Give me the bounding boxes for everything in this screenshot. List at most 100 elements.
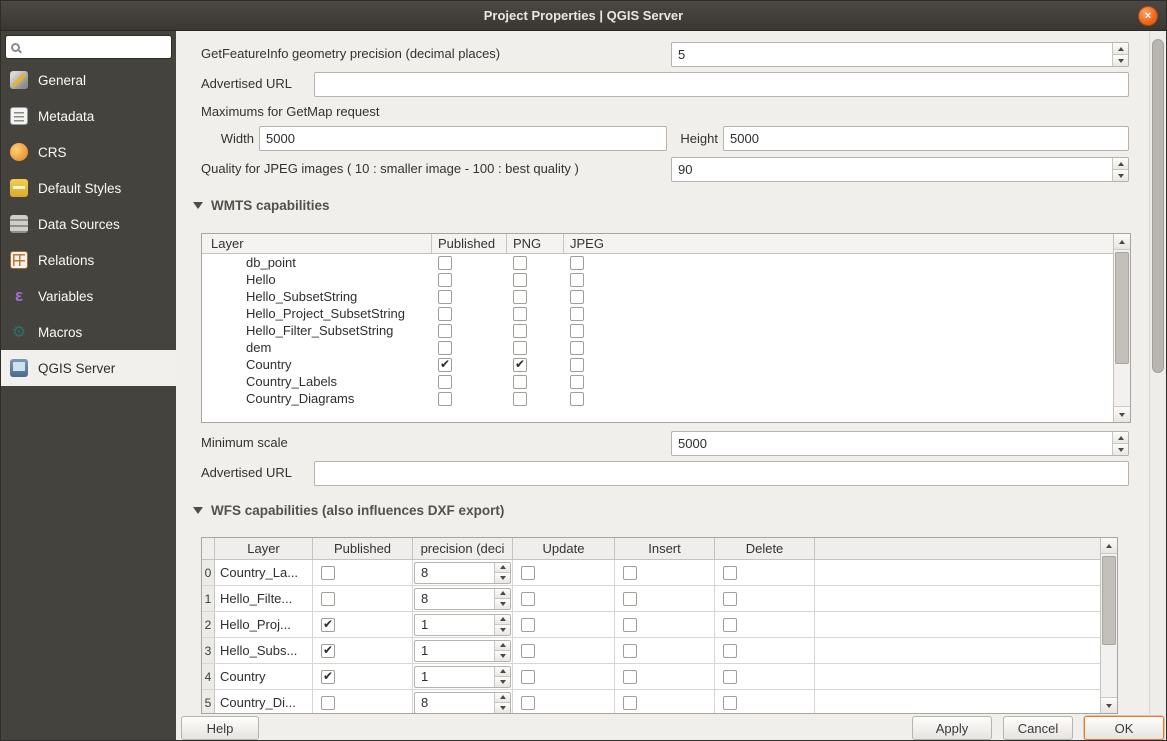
wmts-scrollbar[interactable] bbox=[1113, 234, 1130, 422]
row-number-header[interactable]: 4 bbox=[202, 664, 215, 689]
jpeg-checkbox[interactable] bbox=[570, 358, 584, 372]
png-checkbox[interactable] bbox=[513, 290, 527, 304]
column-header-published[interactable]: Published bbox=[313, 538, 413, 559]
jpeg-checkbox[interactable] bbox=[570, 290, 584, 304]
column-header-jpeg[interactable]: JPEG bbox=[564, 234, 1113, 253]
minimum-scale-spinbox[interactable]: 5000 bbox=[671, 431, 1129, 456]
row-number-header[interactable]: 2 bbox=[202, 612, 215, 637]
column-header-update[interactable]: Update bbox=[513, 538, 615, 559]
ok-button[interactable]: OK bbox=[1084, 716, 1164, 740]
update-checkbox[interactable] bbox=[521, 670, 535, 684]
sidebar-item-macros[interactable]: ⚙Macros bbox=[1, 314, 176, 350]
insert-checkbox[interactable] bbox=[623, 618, 637, 632]
update-checkbox[interactable] bbox=[521, 592, 535, 606]
precision-spinbox[interactable]: 1 bbox=[414, 640, 511, 662]
published-checkbox[interactable] bbox=[438, 324, 452, 338]
advertised-url2-input[interactable] bbox=[314, 461, 1129, 486]
update-checkbox[interactable] bbox=[521, 618, 535, 632]
published-checkbox[interactable] bbox=[438, 392, 452, 406]
row-number-header[interactable]: 3 bbox=[202, 638, 215, 663]
spin-down-icon[interactable] bbox=[495, 703, 510, 713]
column-header-insert[interactable]: Insert bbox=[615, 538, 715, 559]
png-checkbox[interactable] bbox=[513, 324, 527, 338]
published-checkbox[interactable] bbox=[438, 273, 452, 287]
png-checkbox[interactable] bbox=[513, 307, 527, 321]
apply-button[interactable]: Apply bbox=[912, 716, 992, 740]
precision-spinbox[interactable]: 1 bbox=[414, 614, 511, 636]
getfeatureinfo-spinbox[interactable]: 5 bbox=[671, 42, 1129, 67]
png-checkbox[interactable] bbox=[513, 375, 527, 389]
wfs-table-row[interactable]: 1Hello_Filte...8 bbox=[202, 586, 1100, 612]
png-checkbox[interactable] bbox=[513, 358, 527, 372]
wfs-scrollbar[interactable] bbox=[1100, 538, 1117, 713]
wfs-group-header[interactable]: WFS capabilities (also influences DXF ex… bbox=[193, 503, 504, 518]
update-checkbox[interactable] bbox=[521, 566, 535, 580]
column-header-layer[interactable]: Layer bbox=[215, 538, 313, 559]
help-button[interactable]: Help bbox=[181, 716, 259, 740]
spin-up-icon[interactable] bbox=[495, 589, 510, 600]
wmts-table-row[interactable]: Hello_SubsetString bbox=[202, 288, 1113, 305]
spin-down-icon[interactable] bbox=[495, 677, 510, 687]
spin-up-icon[interactable] bbox=[495, 615, 510, 626]
wmts-table-row[interactable]: Country bbox=[202, 356, 1113, 373]
png-checkbox[interactable] bbox=[513, 392, 527, 406]
scroll-up-icon[interactable] bbox=[1114, 234, 1130, 250]
sidebar-item-crs[interactable]: CRS bbox=[1, 134, 176, 170]
published-checkbox[interactable] bbox=[438, 375, 452, 389]
wfs-table-row[interactable]: 2Hello_Proj...1 bbox=[202, 612, 1100, 638]
delete-checkbox[interactable] bbox=[723, 696, 737, 710]
precision-spinbox[interactable]: 1 bbox=[414, 666, 511, 688]
precision-spinbox[interactable]: 8 bbox=[414, 692, 511, 714]
advertised-url-input[interactable] bbox=[314, 72, 1129, 97]
sidebar-item-general[interactable]: General bbox=[1, 62, 176, 98]
sidebar-item-relations[interactable]: Relations bbox=[1, 242, 176, 278]
published-checkbox[interactable] bbox=[438, 307, 452, 321]
update-checkbox[interactable] bbox=[521, 644, 535, 658]
published-checkbox[interactable] bbox=[438, 256, 452, 270]
wmts-group-header[interactable]: WMTS capabilities bbox=[193, 198, 330, 213]
insert-checkbox[interactable] bbox=[623, 592, 637, 606]
height-input[interactable] bbox=[723, 126, 1129, 151]
spin-up-icon[interactable] bbox=[1113, 432, 1128, 444]
insert-checkbox[interactable] bbox=[623, 670, 637, 684]
jpeg-checkbox[interactable] bbox=[570, 273, 584, 287]
wmts-table-row[interactable]: Country_Labels bbox=[202, 373, 1113, 390]
delete-checkbox[interactable] bbox=[723, 592, 737, 606]
insert-checkbox[interactable] bbox=[623, 566, 637, 580]
scroll-up-icon[interactable] bbox=[1101, 538, 1117, 554]
close-icon[interactable]: × bbox=[1138, 6, 1158, 26]
spin-down-icon[interactable] bbox=[495, 625, 510, 635]
spin-up-icon[interactable] bbox=[495, 693, 510, 704]
precision-spinbox[interactable]: 8 bbox=[414, 588, 511, 610]
row-number-header[interactable]: 5 bbox=[202, 690, 215, 713]
wmts-table-row[interactable]: db_point bbox=[202, 254, 1113, 271]
precision-spinbox[interactable]: 8 bbox=[414, 562, 511, 584]
wfs-table-row[interactable]: 3Hello_Subs...1 bbox=[202, 638, 1100, 664]
search-input[interactable] bbox=[20, 40, 201, 55]
spin-down-icon[interactable] bbox=[495, 599, 510, 609]
published-checkbox[interactable] bbox=[321, 670, 335, 684]
column-header-published[interactable]: Published bbox=[432, 234, 507, 253]
jpeg-checkbox[interactable] bbox=[570, 307, 584, 321]
wmts-table-row[interactable]: Hello_Project_SubsetString bbox=[202, 305, 1113, 322]
spin-down-icon[interactable] bbox=[495, 573, 510, 583]
jpeg-checkbox[interactable] bbox=[570, 375, 584, 389]
sidebar-item-qgis-server[interactable]: QGIS Server bbox=[1, 350, 176, 386]
page-scroll-thumb[interactable] bbox=[1152, 39, 1164, 373]
cancel-button[interactable]: Cancel bbox=[1003, 716, 1073, 740]
png-checkbox[interactable] bbox=[513, 341, 527, 355]
sidebar-item-metadata[interactable]: Metadata bbox=[1, 98, 176, 134]
published-checkbox[interactable] bbox=[321, 592, 335, 606]
published-checkbox[interactable] bbox=[321, 696, 335, 710]
row-number-header[interactable]: 1 bbox=[202, 586, 215, 611]
spin-down-icon[interactable] bbox=[1113, 55, 1128, 66]
jpeg-checkbox[interactable] bbox=[570, 392, 584, 406]
sidebar-item-data-sources[interactable]: Data Sources bbox=[1, 206, 176, 242]
delete-checkbox[interactable] bbox=[723, 670, 737, 684]
jpeg-checkbox[interactable] bbox=[570, 341, 584, 355]
png-checkbox[interactable] bbox=[513, 273, 527, 287]
published-checkbox[interactable] bbox=[321, 618, 335, 632]
update-checkbox[interactable] bbox=[521, 696, 535, 710]
column-header-png[interactable]: PNG bbox=[507, 234, 564, 253]
delete-checkbox[interactable] bbox=[723, 644, 737, 658]
